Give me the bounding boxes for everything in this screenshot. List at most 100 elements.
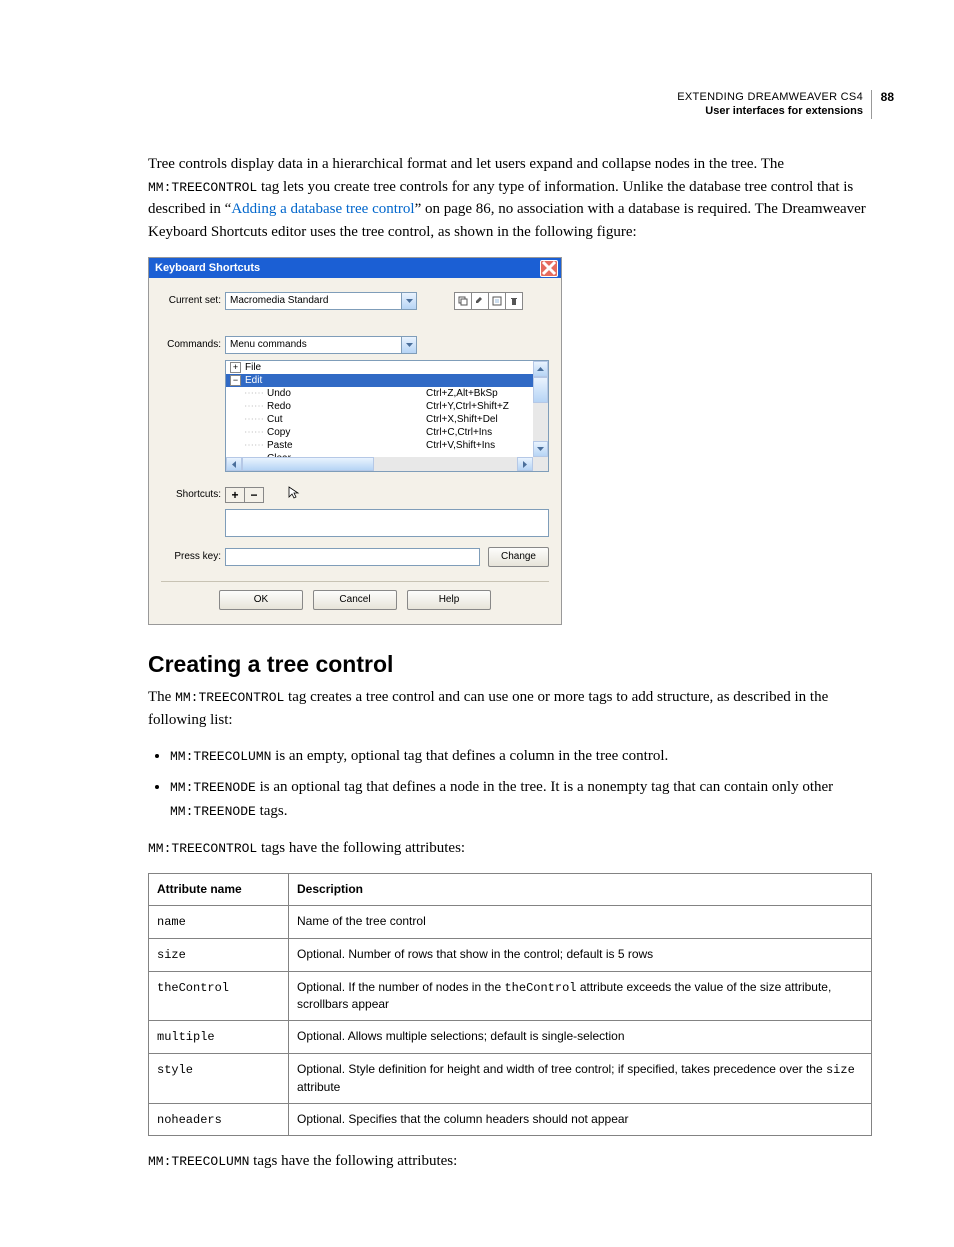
scroll-right-icon[interactable] — [517, 457, 533, 471]
tree-node-item[interactable]: ⋯⋯UndoCtrl+Z,Alt+BkSp — [226, 387, 533, 400]
tree-node-label: Cut — [267, 415, 283, 425]
shortcuts-label: Shortcuts: — [161, 490, 225, 500]
tree-node-item[interactable]: ⋯⋯RedoCtrl+Y,Ctrl+Shift+Z — [226, 400, 533, 413]
commands-combo[interactable]: Menu commands — [225, 336, 417, 354]
press-key-label: Press key: — [161, 552, 225, 562]
tree-node-shortcut: Ctrl+Y,Ctrl+Shift+Z — [426, 402, 509, 412]
dialog-separator — [161, 581, 549, 582]
close-icon[interactable] — [540, 260, 558, 277]
vertical-scrollbar[interactable] — [533, 361, 548, 457]
table-row: style Optional. Style definition for heig… — [149, 1054, 872, 1104]
attr-name-cell: size — [149, 938, 289, 971]
tree-node-item[interactable]: ⋯⋯CutCtrl+X,Shift+Del — [226, 413, 533, 426]
section-heading: Creating a tree control — [148, 651, 872, 678]
keyboard-shortcuts-dialog: Keyboard Shortcuts Current set: Macromed… — [148, 257, 562, 625]
attr-name-code: name — [157, 915, 186, 929]
tree-node-item[interactable]: ⋯⋯PasteCtrl+V,Shift+Ins — [226, 439, 533, 452]
attr-desc-cell: Optional. If the number of nodes in the … — [289, 971, 872, 1021]
text-segment: is an optional tag that defines a node i… — [256, 779, 833, 795]
dialog-titlebar: Keyboard Shortcuts — [149, 258, 561, 278]
tree-node-shortcut: Ctrl+C,Ctrl+Ins — [426, 428, 492, 438]
tree-node-shortcut: Ctrl+Z,Alt+BkSp — [426, 389, 498, 399]
expand-icon[interactable]: + — [230, 362, 241, 373]
add-shortcut-button[interactable]: + — [225, 487, 245, 503]
code-segment: MM:TREECOLUMN — [170, 749, 271, 764]
current-set-label: Current set: — [161, 296, 225, 306]
change-button[interactable]: Change — [488, 547, 549, 567]
scroll-down-icon[interactable] — [533, 441, 548, 457]
text-segment: Optional. If the number of nodes in the — [297, 980, 504, 994]
press-key-input[interactable] — [225, 548, 480, 566]
cursor-icon — [287, 486, 301, 503]
table-header-row: Attribute name Description — [149, 874, 872, 906]
code-segment: MM:TREECOLUMN — [148, 1154, 249, 1169]
current-set-combo[interactable]: Macromedia Standard — [225, 292, 417, 310]
database-tree-link[interactable]: Adding a database tree control — [231, 201, 414, 217]
table-row: name Name of the tree control — [149, 906, 872, 939]
running-head: EXTENDING DREAMWEAVER CS4 User interface… — [677, 90, 872, 119]
bullet-2: MM:TREENODE is an optional tag that defi… — [170, 776, 872, 823]
tree-node-edit[interactable]: − Edit — [226, 374, 533, 387]
attr-name-cell: name — [149, 906, 289, 939]
tree-control[interactable]: + File − Edit ⋯⋯UndoCtrl+Z,Alt+BkSp ⋯⋯Re… — [225, 360, 549, 472]
bullet-list: MM:TREECOLUMN is an empty, optional tag … — [148, 745, 872, 823]
chevron-down-icon — [401, 293, 416, 309]
code-segment: theControl — [504, 981, 576, 995]
section-intro-paragraph: The MM:TREECONTROL tag creates a tree co… — [148, 686, 872, 731]
scroll-corner — [533, 457, 548, 471]
code-segment: MM:TREENODE — [170, 804, 256, 819]
text-segment: Optional. Allows multiple selections; de… — [297, 1029, 625, 1043]
collapse-icon[interactable]: − — [230, 375, 241, 386]
text-segment: tags have the following attributes: — [257, 840, 465, 856]
page-number: 88 — [881, 90, 894, 104]
attr-name-code: size — [157, 948, 186, 962]
tree-node-label: File — [245, 363, 261, 373]
intro-code: MM:TREECONTROL — [148, 180, 257, 195]
chevron-down-icon — [401, 337, 416, 353]
attr-name-cell: multiple — [149, 1021, 289, 1054]
scroll-thumb[interactable] — [533, 377, 548, 403]
tree-node-shortcut: Ctrl+V,Shift+Ins — [426, 441, 495, 451]
attr-desc-cell: Name of the tree control — [289, 906, 872, 939]
code-segment: size — [826, 1063, 855, 1077]
text-segment: The — [148, 689, 175, 705]
footer-paragraph: MM:TREECOLUMN tags have the following at… — [148, 1150, 872, 1173]
tree-node-label: Redo — [267, 402, 291, 412]
remove-shortcut-button[interactable]: − — [244, 487, 264, 503]
cancel-button[interactable]: Cancel — [313, 590, 397, 610]
delete-set-icon[interactable] — [505, 292, 523, 310]
table-row: size Optional. Number of rows that show i… — [149, 938, 872, 971]
table-header-attr: Attribute name — [149, 874, 289, 906]
text-segment: Optional. Number of rows that show in th… — [297, 947, 653, 961]
bullet-1: MM:TREECOLUMN is an empty, optional tag … — [170, 745, 872, 768]
tree-node-label: Paste — [267, 441, 293, 451]
text-segment: Optional. Specifies that the column head… — [297, 1112, 629, 1126]
table-row: noheaders Optional. Specifies that the co… — [149, 1103, 872, 1136]
table-row: multiple Optional. Allows multiple select… — [149, 1021, 872, 1054]
attr-name-code: style — [157, 1063, 193, 1077]
tree-node-file[interactable]: + File — [226, 361, 533, 374]
table-intro: MM:TREECONTROL tags have the following a… — [148, 837, 872, 860]
horizontal-scrollbar[interactable] — [226, 457, 533, 471]
intro-paragraph: Tree controls display data in a hierarch… — [148, 153, 872, 243]
tree-node-item[interactable]: ⋯⋯CopyCtrl+C,Ctrl+Ins — [226, 426, 533, 439]
attr-name-code: multiple — [157, 1030, 215, 1044]
text-segment: attribute — [297, 1080, 340, 1094]
help-button[interactable]: Help — [407, 590, 491, 610]
scroll-thumb[interactable] — [242, 457, 374, 471]
current-set-value: Macromedia Standard — [226, 296, 401, 306]
running-head-line-1: EXTENDING DREAMWEAVER CS4 — [677, 90, 863, 104]
export-set-icon[interactable] — [488, 292, 506, 310]
scroll-up-icon[interactable] — [533, 361, 548, 377]
text-segment: Optional. Style definition for height an… — [297, 1062, 826, 1076]
code-segment: MM:TREECONTROL — [175, 690, 284, 705]
attr-desc-cell: Optional. Number of rows that show in th… — [289, 938, 872, 971]
scroll-left-icon[interactable] — [226, 457, 242, 471]
ok-button[interactable]: OK — [219, 590, 303, 610]
attributes-table: Attribute name Description name Name of t… — [148, 873, 872, 1136]
attr-name-code: noheaders — [157, 1113, 222, 1127]
attr-desc-cell: Optional. Allows multiple selections; de… — [289, 1021, 872, 1054]
shortcuts-list[interactable] — [225, 509, 549, 537]
rename-set-icon[interactable] — [471, 292, 489, 310]
duplicate-set-icon[interactable] — [454, 292, 472, 310]
